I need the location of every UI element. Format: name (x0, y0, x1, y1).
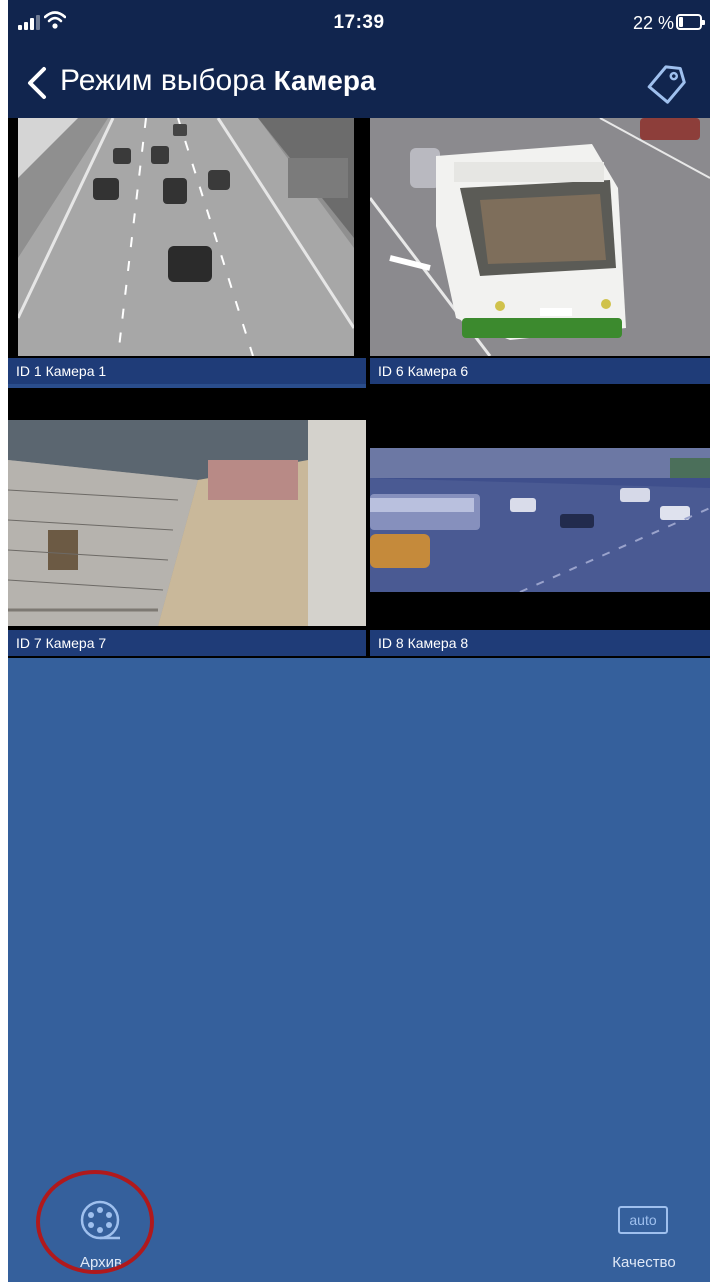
app-screen: 17:39 22 % Режим выбора Камера ID 1 Каме… (8, 0, 710, 1282)
camera-label-7-text: ID 7 Камера 7 (16, 635, 107, 651)
camera-feed-8-image (370, 448, 710, 592)
battery-percent: 22 % (632, 13, 674, 33)
page-subtitle: Камера (273, 65, 376, 96)
quality-label: Качество (612, 1254, 676, 1271)
tag-icon[interactable] (646, 62, 690, 104)
nav-bar: Режим выбора Камера (8, 48, 710, 118)
battery-icon (676, 14, 705, 30)
quality-auto-badge: auto (618, 1206, 668, 1234)
camera-label-7: ID 7 Камера 7 (8, 630, 366, 656)
camera-feed-7-image (8, 420, 366, 626)
camera-feed-6-image (370, 118, 710, 356)
status-bar: 17:39 22 % (8, 0, 710, 48)
camera-label-8: ID 8 Камера 8 (370, 630, 710, 656)
camera-feed-8 (370, 448, 710, 592)
archive-button[interactable]: Архив (48, 1190, 158, 1280)
camera-feed-1 (18, 118, 354, 356)
chevron-left-icon[interactable] (26, 66, 48, 100)
camera-tile-6[interactable]: ID 6 Камера 6 (370, 118, 710, 386)
camera-label-1: ID 1 Камера 1 (8, 358, 366, 388)
camera-grid: ID 1 Камера 1 ID 6 Камера 6 ID 7 Камера … (8, 118, 710, 658)
camera-tile-7[interactable]: ID 7 Камера 7 (8, 388, 366, 658)
film-reel-icon (80, 1200, 120, 1240)
camera-feed-6 (370, 118, 710, 356)
camera-label-1-text: ID 1 Камера 1 (16, 363, 107, 379)
camera-label-8-text: ID 8 Камера 8 (378, 635, 469, 651)
battery-level (679, 17, 683, 27)
camera-label-6: ID 6 Камера 6 (370, 358, 710, 384)
status-time: 17:39 (333, 12, 385, 33)
archive-label: Архив (79, 1254, 123, 1271)
camera-feed-7 (8, 420, 366, 626)
page-title: Режим выбора Камера (60, 63, 376, 99)
camera-tile-1[interactable]: ID 1 Камера 1 (8, 118, 366, 388)
camera-tile-8[interactable]: ID 8 Камера 8 (370, 388, 710, 658)
camera-label-6-text: ID 6 Камера 6 (378, 363, 469, 379)
quality-button[interactable]: auto Качество (596, 1200, 696, 1280)
page-title-text: Режим выбора (60, 64, 266, 97)
bottom-toolbar: Архив auto Качество (8, 1180, 710, 1282)
camera-feed-1-image (18, 118, 354, 356)
